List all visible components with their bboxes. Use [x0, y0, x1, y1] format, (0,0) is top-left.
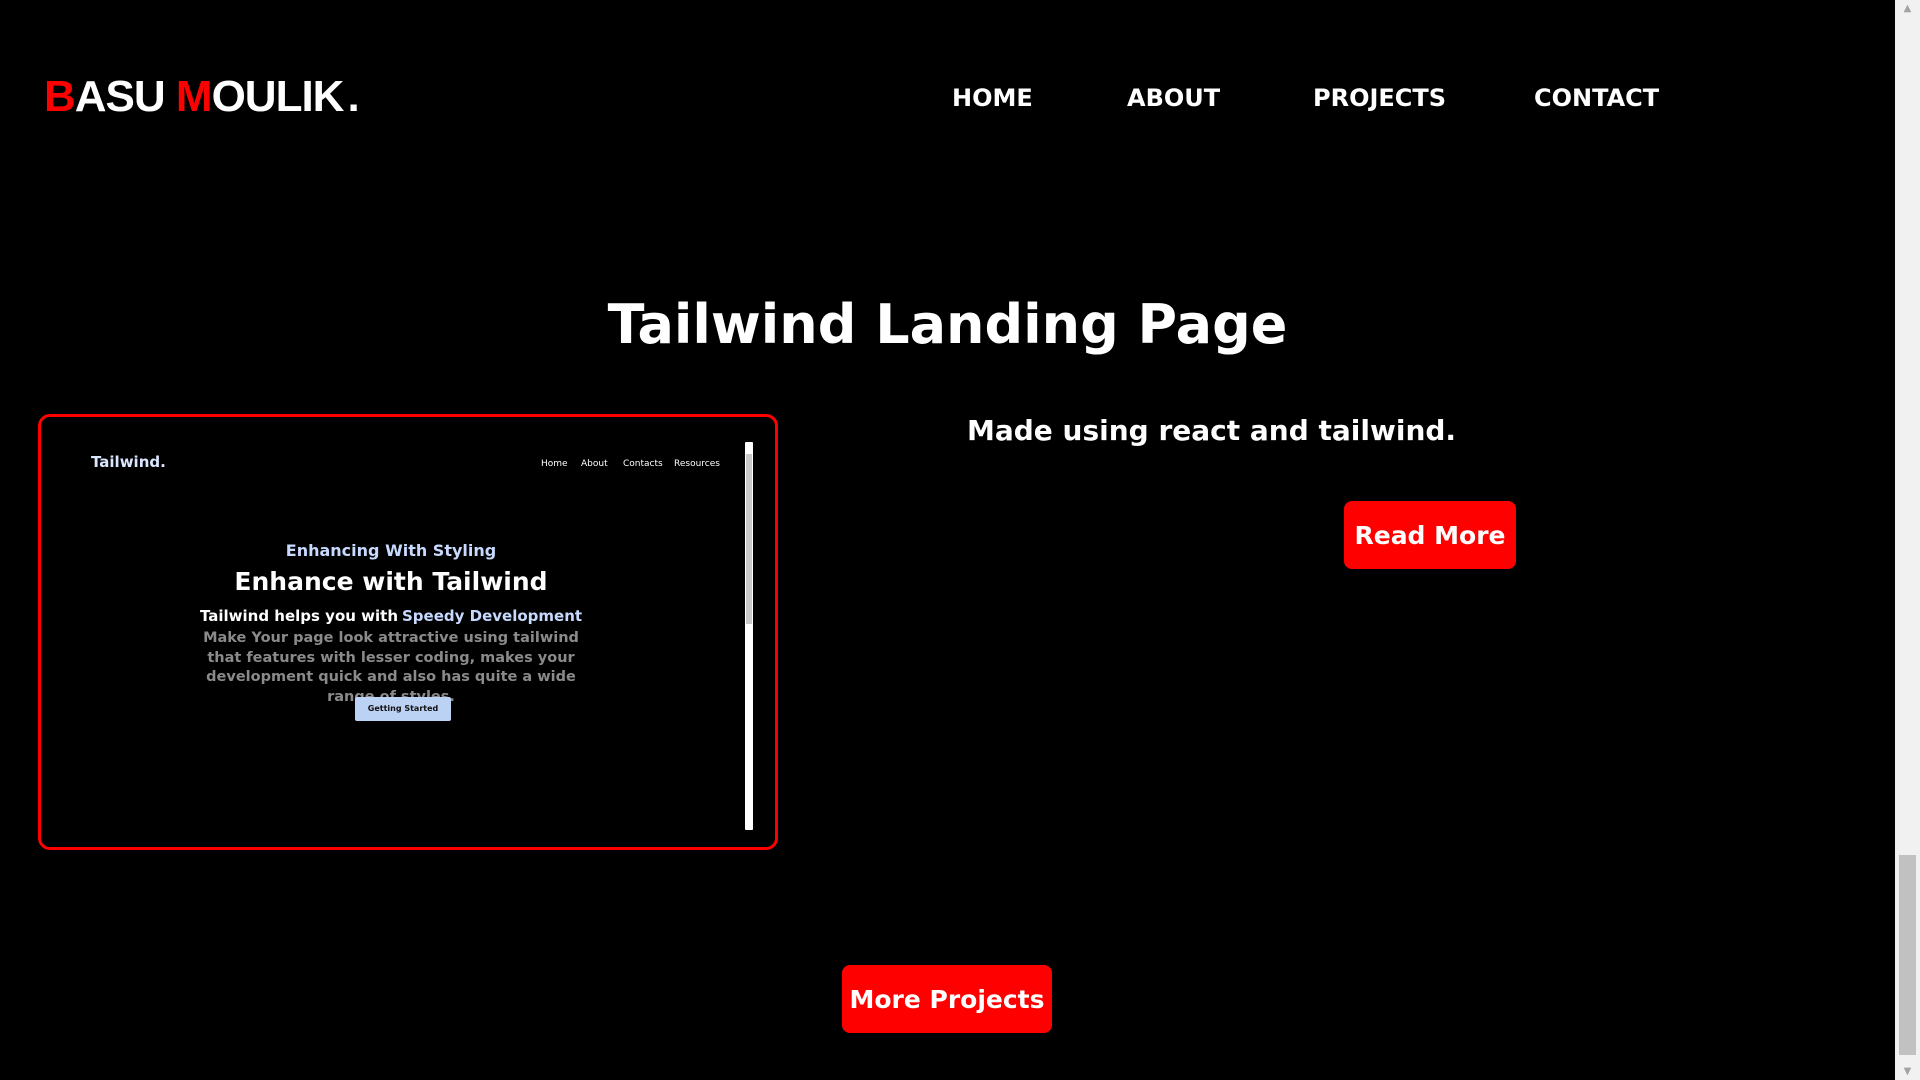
preview-nav-resources: Resources: [674, 459, 720, 469]
page: BASU MOULIK. HOME ABOUT PROJECTS CONTACT…: [0, 0, 1895, 1080]
preview-heading: Enhance with Tailwind: [234, 567, 548, 596]
logo-last-name: OULIK: [211, 72, 345, 121]
nav-home[interactable]: HOME: [952, 80, 1033, 116]
nav-contact[interactable]: CONTACT: [1534, 80, 1659, 116]
logo-first-name: ASU: [74, 72, 176, 121]
logo-initial-b: B: [44, 72, 76, 121]
preview-nav-about: About: [581, 459, 608, 469]
project-description: Made using react and tailwind.: [967, 414, 1457, 447]
preview-scrollbar-thumb: [746, 454, 752, 624]
more-projects-button[interactable]: More Projects: [842, 965, 1052, 1033]
preview-sub-highlight: Speedy Development: [402, 607, 583, 625]
logo-dot: .: [347, 72, 359, 121]
project-title: Tailwind Landing Page: [607, 293, 1288, 356]
preview-scrollbar: [745, 442, 753, 830]
site-logo[interactable]: BASU MOULIK.: [44, 72, 360, 122]
preview-description: Make Your page look attractive using tai…: [203, 630, 579, 705]
preview-screenshot: Tailwind. Home About Contacts Resources …: [41, 417, 775, 847]
page-scrollbar[interactable]: ▲ ▼: [1895, 0, 1920, 1080]
preview-nav-contacts: Contacts: [623, 459, 663, 469]
preview-brand: Tailwind.: [91, 453, 166, 471]
nav-projects[interactable]: PROJECTS: [1313, 80, 1446, 116]
logo-initial-m: M: [175, 72, 213, 121]
scrollbar-thumb[interactable]: [1899, 855, 1916, 1055]
nav-about[interactable]: ABOUT: [1127, 80, 1220, 116]
triangle-up-icon[interactable]: ▲: [1895, 0, 1920, 17]
preview-getting-started-button: Getting Started: [355, 697, 451, 721]
preview-tagline: Enhancing With Styling: [285, 541, 497, 560]
preview-subheading: Tailwind helps you with Speedy Developmen…: [41, 607, 741, 625]
preview-nav-home: Home: [541, 459, 568, 469]
read-more-button[interactable]: Read More: [1344, 501, 1516, 569]
project-preview[interactable]: Tailwind. Home About Contacts Resources …: [38, 414, 778, 850]
preview-sub-prefix: Tailwind helps you with: [199, 607, 398, 625]
triangle-down-icon[interactable]: ▼: [1895, 1063, 1920, 1080]
